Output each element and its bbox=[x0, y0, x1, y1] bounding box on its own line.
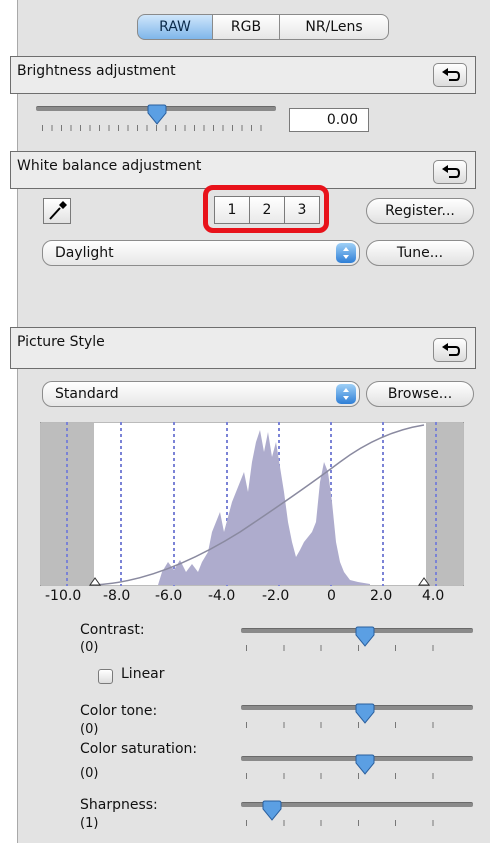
axis-label-0: 0 bbox=[327, 588, 336, 604]
axis-label-2: 2.0 bbox=[370, 588, 393, 604]
register-button[interactable]: Register... bbox=[366, 198, 474, 224]
white-balance-preset-value: Daylight bbox=[55, 245, 114, 261]
bank-buttons-highlight bbox=[203, 185, 329, 233]
tune-button[interactable]: Tune... bbox=[366, 240, 474, 266]
sharpness-slider-knob[interactable] bbox=[261, 800, 283, 822]
popup-arrows-icon bbox=[336, 243, 356, 263]
linear-label: Linear bbox=[121, 666, 165, 682]
browse-button[interactable]: Browse... bbox=[366, 381, 474, 407]
color-tone-label: Color tone: bbox=[80, 703, 158, 719]
axis-label-4: 4.0 bbox=[422, 588, 445, 604]
axis-label-neg2: -2.0 bbox=[262, 588, 290, 604]
brightness-value-field[interactable]: 0.00 bbox=[289, 108, 369, 132]
color-tone-slider-knob[interactable] bbox=[354, 703, 376, 725]
popup-arrows-icon bbox=[336, 384, 356, 404]
sharpness-value: (1) bbox=[80, 816, 99, 831]
picture-style-value: Standard bbox=[55, 386, 119, 402]
sharpness-label: Sharpness: bbox=[80, 797, 158, 813]
contrast-slider-knob[interactable] bbox=[354, 626, 376, 648]
picture-style-header: Picture Style bbox=[10, 327, 476, 369]
white-balance-title: White balance adjustment bbox=[17, 158, 202, 174]
reset-icon bbox=[442, 165, 461, 178]
color-saturation-label: Color saturation: bbox=[80, 741, 198, 757]
eyedropper-icon bbox=[49, 201, 67, 220]
brightness-title: Brightness adjustment bbox=[17, 63, 176, 79]
white-balance-reset-button[interactable] bbox=[433, 160, 467, 184]
brightness-slider-knob[interactable] bbox=[146, 104, 168, 126]
reset-icon bbox=[442, 343, 461, 356]
picture-style-popup[interactable]: Standard bbox=[42, 381, 360, 407]
tab-rgb[interactable]: RGB bbox=[212, 14, 280, 40]
axis-label-neg6: -6.0 bbox=[155, 588, 183, 604]
eyedropper-button[interactable] bbox=[43, 198, 71, 224]
axis-label-neg4: -4.0 bbox=[208, 588, 236, 604]
histogram-graph[interactable] bbox=[40, 422, 464, 586]
brightness-reset-button[interactable] bbox=[433, 63, 467, 87]
tab-nr-lens[interactable]: NR/Lens bbox=[279, 14, 389, 40]
picture-style-reset-button[interactable] bbox=[433, 338, 467, 362]
white-balance-preset-popup[interactable]: Daylight bbox=[42, 240, 360, 266]
axis-label-neg10: -10.0 bbox=[45, 588, 82, 604]
linear-checkbox[interactable] bbox=[98, 669, 113, 684]
color-tone-value: (0) bbox=[80, 722, 99, 737]
reset-icon bbox=[442, 68, 461, 81]
contrast-label: Contrast: bbox=[80, 622, 145, 638]
tab-raw[interactable]: RAW bbox=[137, 14, 213, 40]
picture-style-title: Picture Style bbox=[17, 334, 105, 350]
color-saturation-value: (0) bbox=[80, 766, 99, 781]
brightness-header: Brightness adjustment bbox=[10, 56, 476, 94]
white-balance-header: White balance adjustment bbox=[10, 151, 476, 189]
contrast-value: (0) bbox=[80, 640, 99, 655]
color-saturation-slider-knob[interactable] bbox=[354, 754, 376, 776]
axis-label-neg8: -8.0 bbox=[103, 588, 131, 604]
